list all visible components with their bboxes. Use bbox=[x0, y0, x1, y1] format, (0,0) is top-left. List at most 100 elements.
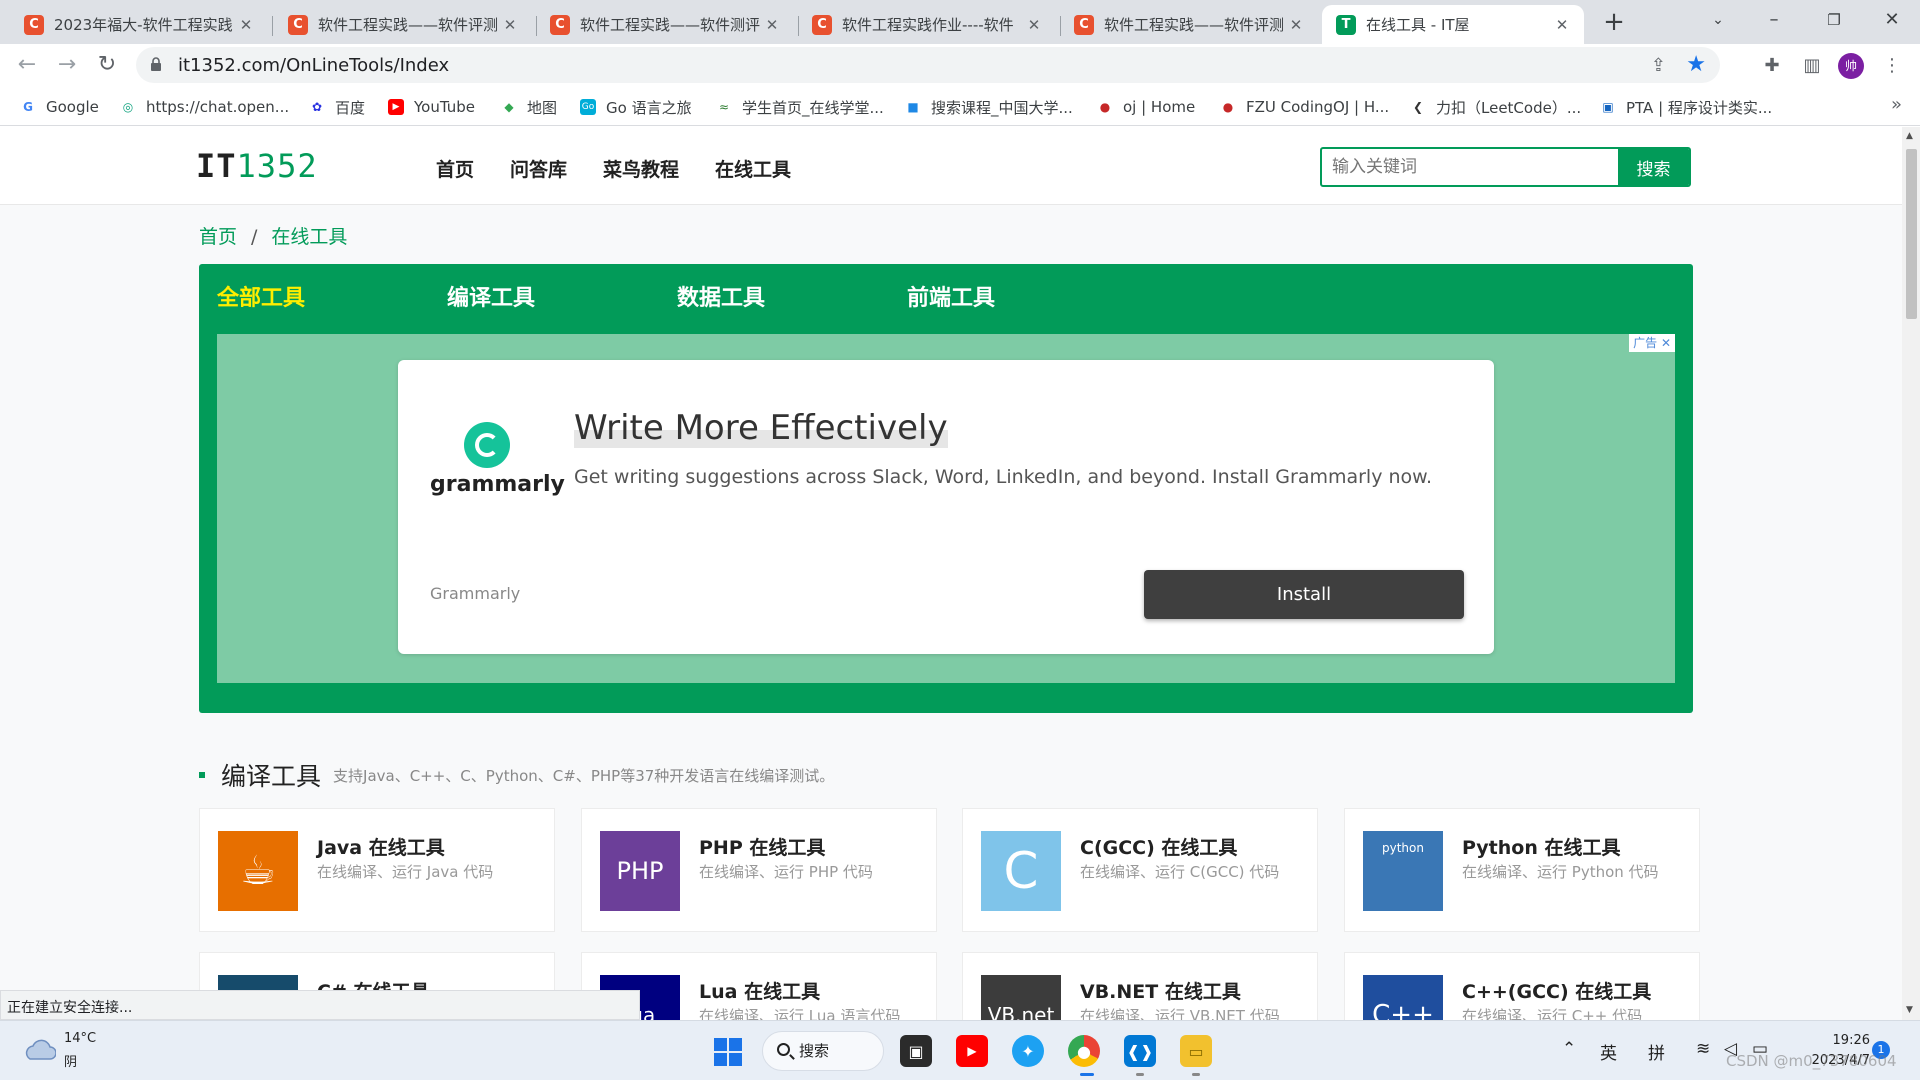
tab-title: 软件工程实践——软件评测 bbox=[1104, 16, 1285, 34]
nav-home[interactable]: 首页 bbox=[436, 155, 474, 182]
c-lang-icon: C bbox=[981, 831, 1061, 911]
bookmark-item[interactable]: Go Go 语言之旅 bbox=[580, 96, 692, 118]
forward-icon[interactable]: → bbox=[52, 50, 82, 80]
taskbar-search[interactable]: 搜索 bbox=[762, 1031, 884, 1071]
tab-data-tools[interactable]: 数据工具 bbox=[677, 280, 907, 312]
close-tab-icon[interactable]: ✕ bbox=[500, 16, 520, 34]
bookmark-item[interactable]: ▣ PTA | 程序设计类实... bbox=[1600, 96, 1772, 118]
chrome-app-icon[interactable]: ● bbox=[1068, 1035, 1100, 1067]
bookmark-item[interactable]: ◆ 地图 bbox=[501, 96, 557, 118]
ad-close-icon[interactable]: ✕ bbox=[1661, 336, 1671, 350]
lock-icon bbox=[151, 57, 161, 71]
install-button[interactable]: Install bbox=[1144, 570, 1464, 619]
vscode-app-icon[interactable]: ❰❱ bbox=[1124, 1035, 1156, 1067]
tool-card-python[interactable]: python Python 在线工具 在线编译、运行 Python 代码 bbox=[1344, 808, 1700, 932]
bookmark-label: YouTube bbox=[414, 98, 475, 116]
vscode-running-indicator bbox=[1136, 1073, 1144, 1076]
bookmark-item[interactable]: ✿ 百度 bbox=[309, 96, 365, 118]
weather-temp[interactable]: 14°C bbox=[64, 1031, 96, 1046]
menu-kebab-icon[interactable]: ⋮ bbox=[1880, 54, 1904, 78]
weather-desc[interactable]: 阴 bbox=[64, 1051, 77, 1070]
section-desc: 支持Java、C++、C、Python、C#、PHP等37种开发语言在线编译测试… bbox=[333, 766, 835, 785]
reload-icon[interactable]: ↻ bbox=[92, 50, 122, 80]
close-window-button[interactable]: ✕ bbox=[1864, 0, 1920, 40]
bookmark-label: 学生首页_在线学堂... bbox=[742, 98, 884, 117]
ime-mode[interactable]: 拼 bbox=[1648, 1039, 1665, 1064]
back-icon[interactable]: ← bbox=[12, 50, 42, 80]
tool-desc: 在线编译、运行 Java 代码 bbox=[317, 863, 494, 881]
cpp-icon: C++ bbox=[1363, 975, 1443, 1020]
profile-avatar[interactable]: 帅 bbox=[1838, 53, 1864, 79]
tray-overflow-icon[interactable]: ⌃ bbox=[1562, 1039, 1576, 1059]
tool-card-cpp[interactable]: C++ C++(GCC) 在线工具 在线编译、运行 C++ 代码 bbox=[1344, 952, 1700, 1020]
ad-label[interactable]: 广告 ✕ bbox=[1629, 334, 1675, 352]
scroll-up-icon[interactable]: ▲ bbox=[1906, 131, 1913, 141]
new-tab-button[interactable]: + bbox=[1598, 7, 1630, 39]
tool-card-php[interactable]: PHP PHP 在线工具 在线编译、运行 PHP 代码 bbox=[581, 808, 937, 932]
go-icon: Go bbox=[580, 99, 596, 115]
scroll-down-icon[interactable]: ▼ bbox=[1906, 1005, 1913, 1015]
close-tab-icon[interactable]: ✕ bbox=[1552, 16, 1572, 34]
page-scrollbar[interactable]: ▲ ▼ bbox=[1902, 127, 1920, 1020]
site-header: IT1352 首页 问答库 菜鸟教程 在线工具 搜索 bbox=[0, 127, 1902, 205]
nav-tools[interactable]: 在线工具 bbox=[715, 155, 791, 182]
address-bar[interactable]: it1352.com/OnLineTools/Index ⇪ ★ bbox=[136, 47, 1720, 83]
browser-tab[interactable]: C 软件工程实践——软件评测 ✕ bbox=[274, 5, 532, 44]
tool-desc: 在线编译、运行 C++ 代码 bbox=[1462, 1007, 1643, 1020]
file-explorer-icon[interactable]: ▭ bbox=[1180, 1035, 1212, 1067]
search-input[interactable] bbox=[1322, 149, 1622, 185]
tool-card-c[interactable]: C C(GCC) 在线工具 在线编译、运行 C(GCC) 代码 bbox=[962, 808, 1318, 932]
tool-name: Java 在线工具 bbox=[317, 837, 445, 859]
close-tab-icon[interactable]: ✕ bbox=[236, 16, 256, 34]
tab-compile-tools[interactable]: 编译工具 bbox=[447, 280, 677, 312]
bookmark-item[interactable]: ≈ 学生首页_在线学堂... bbox=[716, 96, 884, 118]
close-tab-icon[interactable]: ✕ bbox=[1024, 16, 1044, 34]
extensions-icon[interactable]: ✚ bbox=[1760, 54, 1784, 78]
restore-button[interactable]: ❐ bbox=[1806, 0, 1862, 40]
bookmark-item[interactable]: ● FZU CodingOJ | H... bbox=[1220, 96, 1389, 118]
search-button[interactable]: 搜索 bbox=[1618, 149, 1689, 185]
bookmarks-overflow-icon[interactable]: » bbox=[1891, 94, 1902, 115]
close-tab-icon[interactable]: ✕ bbox=[762, 16, 782, 34]
bookmark-item[interactable]: ◎ https://chat.open... bbox=[120, 96, 289, 118]
close-tab-icon[interactable]: ✕ bbox=[1286, 16, 1306, 34]
breadcrumb-home[interactable]: 首页 bbox=[199, 226, 237, 248]
ad-headline[interactable]: Write More Effectively bbox=[574, 408, 948, 448]
wifi-icon[interactable]: ≋ bbox=[1696, 1039, 1710, 1059]
bookmark-item[interactable]: ❮ 力扣（LeetCode）... bbox=[1410, 96, 1581, 118]
tab-search-icon[interactable]: ⌄ bbox=[1690, 0, 1746, 40]
browser-tab[interactable]: C 软件工程实践——软件评测 ✕ bbox=[1060, 5, 1318, 44]
task-view-icon[interactable]: ▣ bbox=[900, 1035, 932, 1067]
minimize-button[interactable]: – bbox=[1746, 0, 1802, 40]
tab-frontend-tools[interactable]: 前端工具 bbox=[907, 280, 1137, 312]
google-icon: G bbox=[23, 100, 33, 114]
tab-title: 软件工程实践——软件测评 bbox=[580, 16, 761, 34]
browser-tab[interactable]: C 2023年福大-软件工程实践 ✕ bbox=[10, 5, 268, 44]
bookmark-item[interactable]: ● oj | Home bbox=[1097, 96, 1195, 118]
browser-tab[interactable]: C 软件工程实践——软件测评 ✕ bbox=[536, 5, 794, 44]
bookmark-item[interactable]: ■ 搜索课程_中国大学... bbox=[905, 96, 1072, 118]
bookmark-star-icon[interactable]: ★ bbox=[1686, 52, 1706, 77]
nav-tutorial[interactable]: 菜鸟教程 bbox=[603, 155, 679, 182]
side-panel-icon[interactable]: ▥ bbox=[1800, 54, 1824, 78]
twitter-app-icon[interactable]: ✦ bbox=[1012, 1035, 1044, 1067]
site-logo[interactable]: IT1352 bbox=[196, 147, 318, 185]
start-button[interactable] bbox=[714, 1038, 742, 1066]
maps-icon: ◆ bbox=[504, 100, 514, 114]
browser-tab[interactable]: C 软件工程实践作业----软件 ✕ bbox=[798, 5, 1056, 44]
breadcrumb-current[interactable]: 在线工具 bbox=[271, 226, 347, 248]
bookmark-item[interactable]: G Google bbox=[20, 96, 99, 118]
tool-card-vbnet[interactable]: VB.net VB.NET 在线工具 在线编译、运行 VB.NET 代码 bbox=[962, 952, 1318, 1020]
youtube-app-icon[interactable]: ▶ bbox=[956, 1035, 988, 1067]
bookmark-item[interactable]: ▶ YouTube bbox=[388, 96, 475, 118]
nav-qa[interactable]: 问答库 bbox=[510, 155, 567, 182]
scrollbar-thumb[interactable] bbox=[1906, 149, 1917, 319]
tab-all-tools[interactable]: 全部工具 bbox=[217, 280, 447, 312]
tab-title: 2023年福大-软件工程实践 bbox=[54, 16, 233, 34]
youtube-icon: ▶ bbox=[388, 99, 404, 115]
ime-lang[interactable]: 英 bbox=[1600, 1039, 1617, 1064]
share-icon[interactable]: ⇪ bbox=[1651, 55, 1666, 76]
tool-card-java[interactable]: ☕ Java 在线工具 在线编译、运行 Java 代码 bbox=[199, 808, 555, 932]
ad-card[interactable]: grammarly Write More Effectively Get wri… bbox=[398, 360, 1494, 654]
browser-tab-active[interactable]: T 在线工具 - IT屋 ✕ bbox=[1322, 5, 1584, 44]
